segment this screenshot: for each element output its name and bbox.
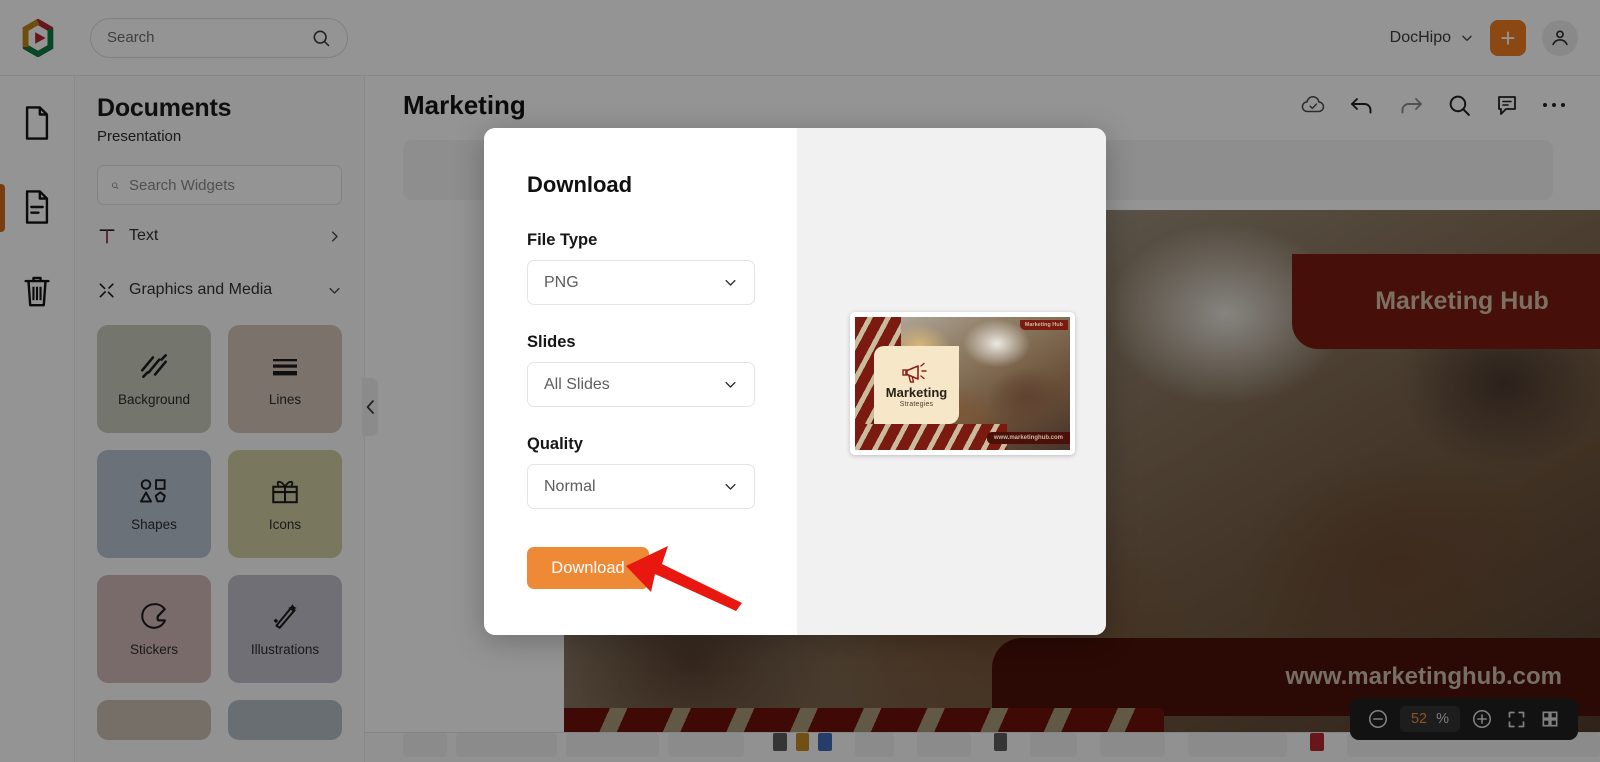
slide-thumbnail[interactable]: Marketing Strategies Marketing Hub www.m… [850,312,1075,455]
slides-value: All Slides [544,375,610,393]
red-pointer-arrow [626,546,742,611]
dialog-title: Download [527,172,633,197]
chevron-down-icon [725,279,736,286]
field-label: Slides [527,333,576,351]
field-quality: Quality Normal [527,435,797,509]
slides-select[interactable]: All Slides [527,362,755,407]
thumbnail-stripes-bottom [855,424,1007,450]
megaphone-icon [901,362,927,383]
thumbnail-title-card: Marketing Strategies [874,346,959,424]
file-type-value: PNG [544,273,579,291]
field-label: Quality [527,435,583,453]
field-label: File Type [527,231,598,249]
thumbnail-url: www.marketinghub.com [986,432,1070,444]
file-type-select[interactable]: PNG [527,260,755,305]
field-file-type: File Type PNG [527,231,797,305]
thumbnail-title: Marketing [885,385,948,400]
chevron-down-icon [725,381,736,388]
quality-select[interactable]: Normal [527,464,755,509]
field-slides: Slides All Slides [527,333,797,407]
app-root: DocHipo + [0,0,1600,762]
chevron-down-icon [725,483,736,490]
download-preview-pane: Marketing Strategies Marketing Hub www.m… [797,128,1106,635]
thumbnail-inner: Marketing Strategies Marketing Hub www.m… [855,317,1070,450]
quality-value: Normal [544,477,596,495]
thumbnail-subtitle: Strategies [899,401,934,408]
thumbnail-badge: Marketing Hub [1019,320,1068,330]
download-dialog: Download File Type PNG Slides All Slides… [484,128,1106,635]
